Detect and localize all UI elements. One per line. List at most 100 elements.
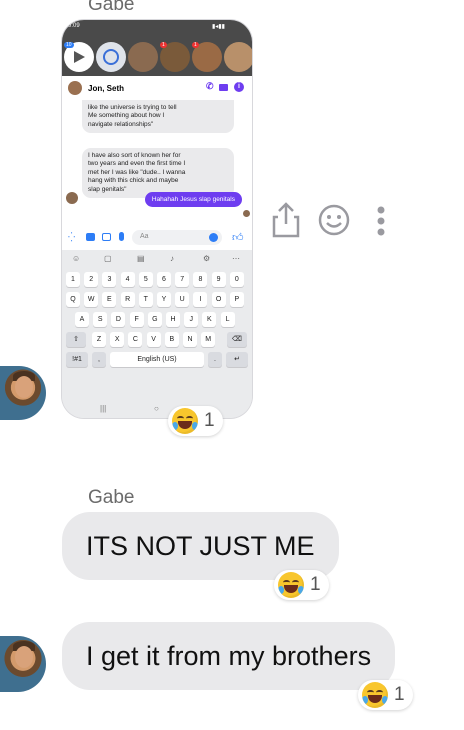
reaction-count: 1 <box>204 410 215 431</box>
keyboard-key: A <box>75 312 89 327</box>
keyboard-key: P <box>229 292 244 307</box>
story-avatar <box>128 42 158 72</box>
keyboard-key: R <box>120 292 135 307</box>
keyboard-key: 4 <box>120 272 135 287</box>
keyboard-key: W <box>84 292 99 307</box>
message-text: ITS NOT JUST ME <box>86 530 315 561</box>
group-avatar <box>68 81 82 95</box>
keyboard-key: O <box>211 292 226 307</box>
keyboard-key: U <box>175 292 190 307</box>
message-bubble[interactable]: I get it from my brothers <box>62 622 396 690</box>
keyboard: ☺ ▢ ▤ ♪ ⚙ ⋯ 1234567890 QWERTYUIOP ASDFGHJK… <box>62 250 252 418</box>
like-icon: 👍︎ <box>232 232 244 244</box>
keyboard-key: 8 <box>193 272 208 287</box>
home-icon: ○ <box>154 404 159 413</box>
sender-name: Gabe <box>88 0 135 15</box>
keyboard-key: 9 <box>211 272 226 287</box>
message-line: I have also sort of known her for <box>88 152 181 159</box>
keyboard-key: N <box>183 332 197 347</box>
symbols-key: !#1 <box>66 352 88 367</box>
period-key: . <box>208 352 222 367</box>
message-input: Aa <box>132 230 222 245</box>
mic-icon <box>119 232 124 241</box>
keyboard-key: F <box>129 312 144 327</box>
message-line: like the universe is trying to tell <box>88 104 177 111</box>
comma-key: , <box>92 352 106 367</box>
keyboard-key: T <box>138 292 153 307</box>
keyboard-key: 5 <box>138 272 153 287</box>
rolling-laughing-emoji-icon <box>362 682 388 708</box>
message-line: met her I was like "dude.. I wanna <box>88 168 186 176</box>
keyboard-key: B <box>164 332 179 347</box>
reaction-badge[interactable]: 1 <box>358 680 413 710</box>
keyboard-key: G <box>147 312 162 327</box>
keyboard-key: K <box>202 312 217 327</box>
message-text: I get it from my brothers <box>86 640 372 671</box>
badge: 1 <box>160 42 167 48</box>
stories-bar: 9:09 ▮◂▮▮ 10 1 1 <box>62 20 252 76</box>
message-line: Me something about how I <box>88 112 165 120</box>
input-placeholder: Aa <box>140 233 149 240</box>
backspace-key-icon: ⌫ <box>227 332 247 347</box>
enter-key-icon: ↵ <box>226 352 248 367</box>
keyboard-key: Y <box>157 292 171 307</box>
space-key: English (US) <box>110 352 204 367</box>
chat-area: like the universe is trying to tell Me s… <box>62 100 252 226</box>
settings-icon: ⚙ <box>203 254 211 263</box>
image-attachment[interactable]: 9:09 ▮◂▮▮ 10 1 1 Jon, Seth ✆ i like the … <box>62 20 252 418</box>
keyboard-key: 6 <box>157 272 171 287</box>
image-icon <box>102 233 111 241</box>
chat-title: Jon, Seth <box>88 84 125 93</box>
camera-icon <box>86 233 95 241</box>
keyboard-key: 3 <box>102 272 117 287</box>
voice-icon: ♪ <box>170 254 174 263</box>
emoji-key-icon: ☺ <box>72 254 81 263</box>
gif-icon: ▤ <box>137 254 145 263</box>
phone-icon: ✆ <box>206 81 214 91</box>
received-message: I have also sort of known her for two ye… <box>82 148 234 199</box>
keyboard-key: X <box>110 332 125 347</box>
keyboard-key: I <box>193 292 208 307</box>
apps-icon: ⁛ <box>68 232 76 242</box>
avatar[interactable] <box>0 366 46 420</box>
keyboard-key: 2 <box>84 272 99 287</box>
keyboard-key: 1 <box>66 272 80 287</box>
reaction-count: 1 <box>310 574 321 595</box>
story-avatar <box>224 42 252 72</box>
keyboard-key: H <box>166 312 180 327</box>
reaction-badge[interactable]: 1 <box>274 570 329 600</box>
received-message: like the universe is trying to tell Me s… <box>82 100 234 134</box>
rolling-laughing-emoji-icon <box>278 572 304 598</box>
shift-key-icon: ⇧ <box>66 332 86 347</box>
message-line: hang with this chick and maybe <box>88 177 179 185</box>
composer: ⁛ Aa 👍︎ <box>62 226 252 250</box>
rolling-laughing-emoji-icon <box>172 408 198 434</box>
reaction-count: 1 <box>394 684 405 705</box>
keyboard-key: L <box>220 312 235 327</box>
recents-icon: ||| <box>100 404 107 413</box>
react-smiley-icon[interactable] <box>318 204 350 236</box>
video-icon <box>219 84 228 91</box>
keyboard-key: Z <box>92 332 106 347</box>
badge: 10 <box>64 42 74 48</box>
status-icons: ▮◂▮▮ <box>212 24 225 30</box>
keyboard-key: 7 <box>175 272 190 287</box>
keyboard-key: D <box>111 312 126 327</box>
info-icon: i <box>234 82 244 92</box>
keyboard-key: E <box>102 292 117 307</box>
more-options-icon[interactable] <box>374 206 388 236</box>
keyboard-key: 0 <box>229 272 244 287</box>
keyboard-toolbar: ☺ ▢ ▤ ♪ ⚙ ⋯ <box>62 250 252 270</box>
chat-header: Jon, Seth ✆ i <box>62 76 252 100</box>
keyboard-key: M <box>201 332 216 347</box>
message-line: two years and even the first time I <box>88 160 186 168</box>
avatar[interactable] <box>0 636 46 692</box>
emoji-icon <box>209 233 218 242</box>
reaction-badge[interactable]: 1 <box>168 406 223 436</box>
sender-avatar <box>66 192 78 204</box>
keyboard-key: J <box>184 312 199 327</box>
keyboard-key: C <box>128 332 143 347</box>
seen-avatar <box>243 210 250 217</box>
share-icon[interactable] <box>270 200 302 240</box>
message-line: navigate relationships" <box>88 120 154 128</box>
